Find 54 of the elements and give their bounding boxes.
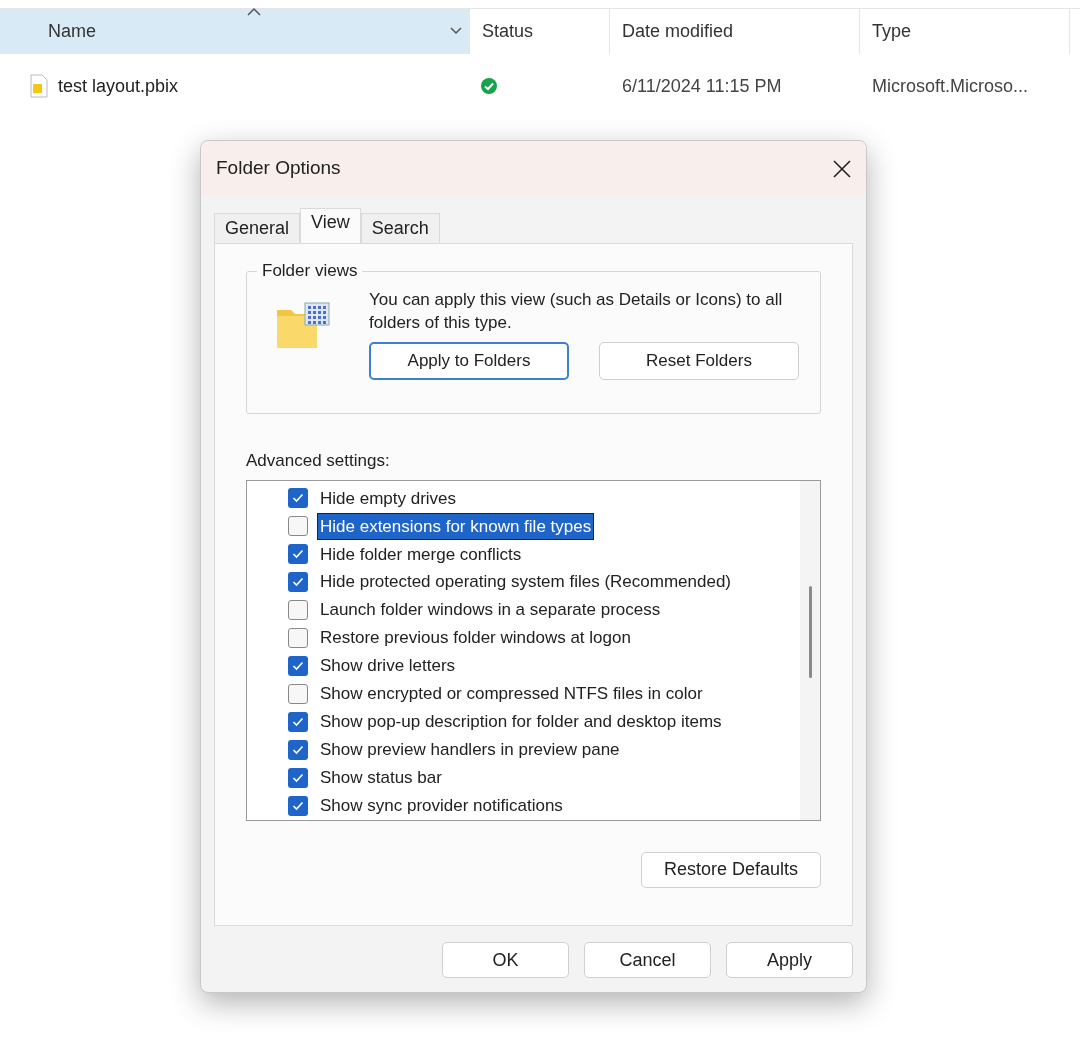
folder-grid-icon xyxy=(275,302,331,350)
tab[interactable]: General xyxy=(214,213,301,243)
checkbox[interactable] xyxy=(288,711,308,732)
checkbox[interactable] xyxy=(288,767,308,788)
tab[interactable]: Search xyxy=(360,213,440,243)
check-icon xyxy=(292,800,304,811)
checkbox[interactable] xyxy=(288,628,308,649)
check-icon xyxy=(292,716,304,727)
sort-up-icon xyxy=(246,7,262,17)
checkbox[interactable] xyxy=(288,572,308,593)
file-name[interactable]: test layout.pbix xyxy=(58,72,179,100)
setting-label[interactable]: Show status bar xyxy=(318,764,444,791)
checkbox[interactable] xyxy=(288,488,308,509)
setting-label[interactable]: Hide folder merge conflicts xyxy=(318,541,524,568)
setting-label[interactable]: Hide empty drives xyxy=(318,485,459,512)
check-icon xyxy=(292,744,304,755)
dialog-button[interactable]: Cancel xyxy=(584,942,711,978)
close-icon[interactable] xyxy=(832,158,852,179)
checkbox[interactable] xyxy=(288,544,308,565)
folder-button[interactable]: Reset Folders xyxy=(599,342,799,380)
restore-defaults-button[interactable]: Restore Defaults xyxy=(641,851,821,888)
advanced-settings-label: Advanced settings: xyxy=(246,450,391,472)
file-icon xyxy=(28,74,50,98)
setting-label[interactable]: Restore previous folder windows at logon xyxy=(318,625,633,651)
setting-label[interactable]: Show encrypted or compressed NTFS files in color xyxy=(318,681,705,707)
check-icon xyxy=(292,661,304,671)
setting-label[interactable]: Show pop-up description for folder and desktop items xyxy=(318,709,724,735)
setting-label[interactable]: Hide extensions for known file types xyxy=(318,513,594,540)
checkbox[interactable] xyxy=(288,795,308,816)
check-icon xyxy=(292,549,304,560)
checkbox[interactable] xyxy=(288,516,308,537)
setting-label[interactable]: Show drive letters xyxy=(318,653,458,679)
checkbox[interactable] xyxy=(288,739,308,760)
tab[interactable]: View xyxy=(300,208,361,243)
setting-label[interactable]: Show preview handlers in preview pane xyxy=(318,737,622,763)
checkbox[interactable] xyxy=(288,683,308,704)
dialog-title: Folder Options xyxy=(216,156,341,181)
setting-label[interactable]: Show sync provider notifications xyxy=(318,792,565,819)
check-icon xyxy=(292,577,304,588)
dialog-button[interactable]: Apply xyxy=(726,942,853,978)
checkbox[interactable] xyxy=(288,656,308,676)
setting-label[interactable]: Hide protected operating system files (Recommended) xyxy=(318,569,734,595)
dialog-button[interactable]: OK xyxy=(442,942,569,978)
date-modified: 6/11/2024 11:15 PM xyxy=(622,75,782,96)
chevron-down-icon[interactable] xyxy=(449,25,463,35)
column-header[interactable]: Name xyxy=(0,9,470,54)
setting-label[interactable]: Launch folder windows in a separate process xyxy=(318,597,663,623)
check-icon xyxy=(292,493,304,504)
description-text: You can apply this view (such as Details or Icons) to all folders of this type. xyxy=(369,289,784,334)
check-icon xyxy=(292,772,304,783)
checkbox[interactable] xyxy=(288,600,308,621)
folder-button[interactable]: Apply to Folders xyxy=(369,342,569,380)
scrollbar[interactable] xyxy=(800,480,820,820)
file-type: Microsoft.Microso... xyxy=(872,75,1029,96)
